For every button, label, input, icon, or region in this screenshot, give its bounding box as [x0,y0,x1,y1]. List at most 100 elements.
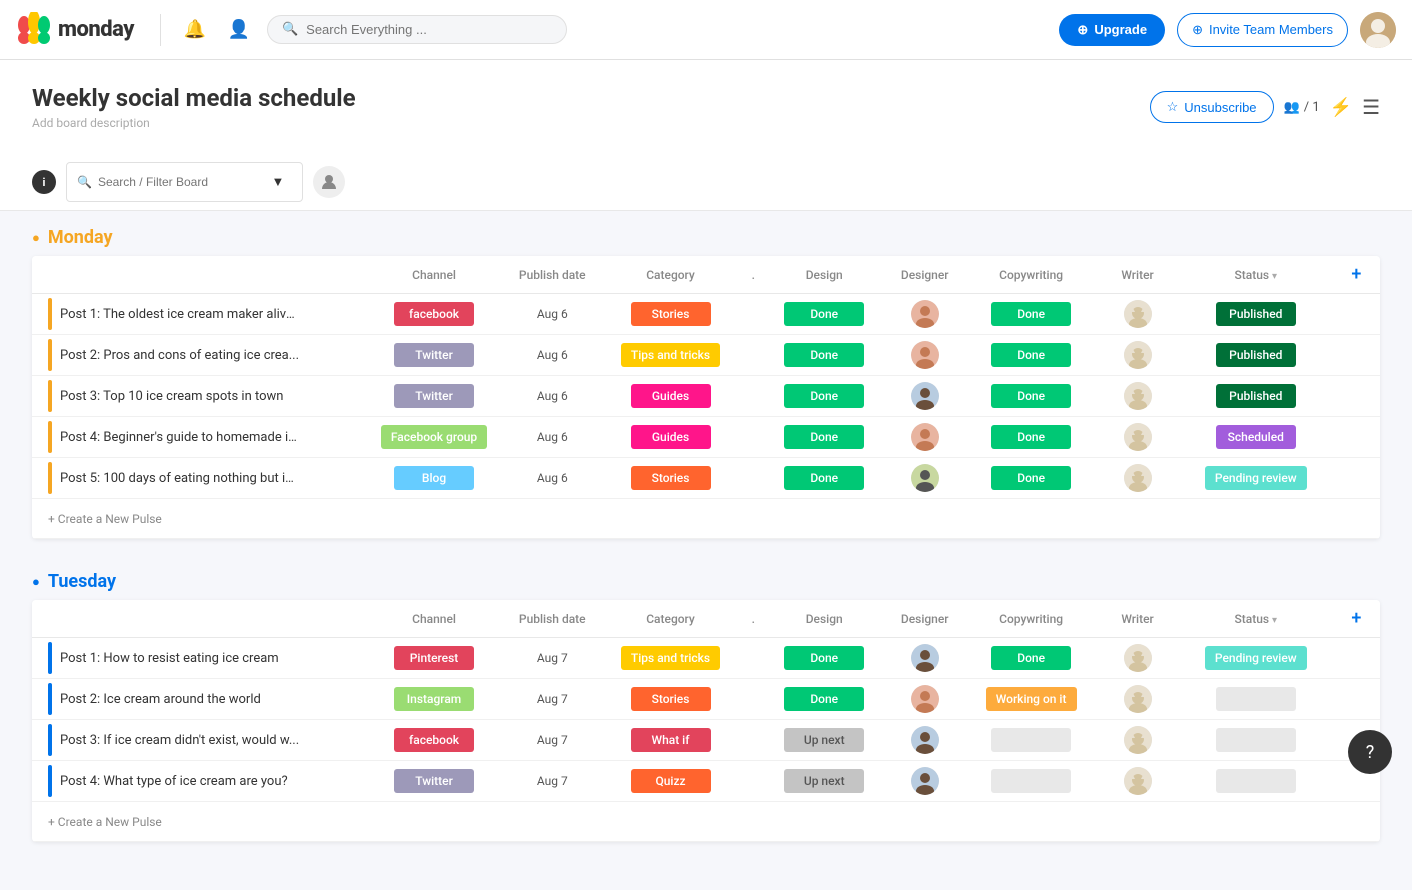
row-copywriting-cell[interactable]: Done [966,376,1096,417]
row-designer-cell[interactable] [883,679,966,720]
row-copywriting-cell[interactable]: Done [966,638,1096,679]
col-header-status[interactable]: Status ▾ [1179,256,1333,294]
row-category-cell[interactable]: What if [600,720,742,761]
row-writer-cell[interactable] [1096,376,1179,417]
col-header-writer[interactable]: Writer [1096,600,1179,638]
row-copywriting-cell[interactable]: Done [966,294,1096,335]
row-date-cell[interactable]: Aug 6 [505,417,600,458]
row-date-cell[interactable]: Aug 7 [505,720,600,761]
table-row[interactable]: Post 5: 100 days of eating nothing but i… [32,458,1380,499]
table-row[interactable]: Post 4: What type of ice cream are you? … [32,761,1380,802]
create-pulse-label[interactable]: + Create a New Pulse [32,499,1380,539]
row-copywriting-cell[interactable] [966,720,1096,761]
row-status-cell[interactable] [1179,679,1333,720]
row-copywriting-cell[interactable]: Done [966,458,1096,499]
col-header-designer[interactable]: Designer [883,256,966,294]
row-date-cell[interactable]: Aug 6 [505,294,600,335]
unsubscribe-button[interactable]: ☆ Unsubscribe [1150,91,1274,123]
col-header-writer[interactable]: Writer [1096,256,1179,294]
row-designer-cell[interactable] [883,335,966,376]
row-date-cell[interactable]: Aug 7 [505,761,600,802]
row-designer-cell[interactable] [883,458,966,499]
row-name-cell[interactable]: Post 5: 100 days of eating nothing but i… [32,458,363,499]
row-category-cell[interactable]: Guides [600,417,742,458]
row-designer-cell[interactable] [883,720,966,761]
row-date-cell[interactable]: Aug 6 [505,376,600,417]
row-category-cell[interactable]: Quizz [600,761,742,802]
row-status-cell[interactable]: Pending review [1179,638,1333,679]
row-category-cell[interactable]: Stories [600,458,742,499]
table-row[interactable]: Post 2: Ice cream around the world Insta… [32,679,1380,720]
create-pulse-row[interactable]: + Create a New Pulse [32,802,1380,842]
row-designer-cell[interactable] [883,638,966,679]
row-channel-cell[interactable]: Twitter [363,335,505,376]
row-status-cell[interactable] [1179,720,1333,761]
row-name-cell[interactable]: Post 4: Beginner's guide to homemade ic.… [32,417,363,458]
row-copywriting-cell[interactable]: Working on it [966,679,1096,720]
col-header-design[interactable]: Design [765,600,883,638]
row-design-cell[interactable]: Up next [765,720,883,761]
row-status-cell[interactable]: Scheduled [1179,417,1333,458]
row-channel-cell[interactable]: Twitter [363,376,505,417]
board-description[interactable]: Add board description [32,116,356,130]
row-design-cell[interactable]: Up next [765,761,883,802]
row-name-cell[interactable]: Post 1: The oldest ice cream maker alive… [32,294,363,335]
row-date-cell[interactable]: Aug 6 [505,458,600,499]
table-row[interactable]: Post 3: Top 10 ice cream spots in town T… [32,376,1380,417]
upgrade-button[interactable]: ⊕ Upgrade [1059,14,1165,46]
row-writer-cell[interactable] [1096,417,1179,458]
row-status-cell[interactable]: Published [1179,294,1333,335]
col-header-category[interactable]: Category [600,256,742,294]
people-icon[interactable]: 👤 [223,14,255,46]
row-channel-cell[interactable]: Pinterest [363,638,505,679]
table-row[interactable]: Post 4: Beginner's guide to homemade ic.… [32,417,1380,458]
menu-button[interactable]: ☰ [1362,95,1380,119]
row-status-cell[interactable] [1179,761,1333,802]
search-input[interactable] [306,22,552,37]
create-pulse-label[interactable]: + Create a New Pulse [32,802,1380,842]
row-date-cell[interactable]: Aug 6 [505,335,600,376]
row-channel-cell[interactable]: Facebook group [363,417,505,458]
row-design-cell[interactable]: Done [765,679,883,720]
row-design-cell[interactable]: Done [765,376,883,417]
col-header-date[interactable]: Publish date [505,256,600,294]
row-designer-cell[interactable] [883,294,966,335]
filter-search-bar[interactable]: 🔍 ▼ [66,162,303,202]
col-header-category[interactable]: Category [600,600,742,638]
row-writer-cell[interactable] [1096,335,1179,376]
col-header-copywriting[interactable]: Copywriting [966,600,1096,638]
col-header-channel[interactable]: Channel [363,600,505,638]
col-header-status[interactable]: Status ▾ [1179,600,1333,638]
col-header-add[interactable]: + [1333,600,1380,638]
table-row[interactable]: Post 2: Pros and cons of eating ice crea… [32,335,1380,376]
row-copywriting-cell[interactable]: Done [966,417,1096,458]
row-name-cell[interactable]: Post 2: Pros and cons of eating ice crea… [32,335,363,376]
row-channel-cell[interactable]: Twitter [363,761,505,802]
col-header-channel[interactable]: Channel [363,256,505,294]
row-status-cell[interactable]: Pending review [1179,458,1333,499]
col-header-designer[interactable]: Designer [883,600,966,638]
row-designer-cell[interactable] [883,761,966,802]
row-designer-cell[interactable] [883,417,966,458]
table-row[interactable]: Post 1: The oldest ice cream maker alive… [32,294,1380,335]
user-avatar[interactable] [1360,12,1396,48]
row-category-cell[interactable]: Stories [600,679,742,720]
row-category-cell[interactable]: Tips and tricks [600,638,742,679]
create-pulse-row[interactable]: + Create a New Pulse [32,499,1380,539]
filter-search-input[interactable] [98,175,258,189]
invite-button[interactable]: ⊕ Invite Team Members [1177,13,1348,47]
row-date-cell[interactable]: Aug 7 [505,638,600,679]
global-search-bar[interactable]: 🔍 [267,15,567,44]
row-name-cell[interactable]: Post 1: How to resist eating ice cream [32,638,363,679]
row-status-cell[interactable]: Published [1179,335,1333,376]
row-copywriting-cell[interactable] [966,761,1096,802]
row-category-cell[interactable]: Stories [600,294,742,335]
row-design-cell[interactable]: Done [765,638,883,679]
col-header-date[interactable]: Publish date [505,600,600,638]
row-copywriting-cell[interactable]: Done [966,335,1096,376]
row-status-cell[interactable]: Published [1179,376,1333,417]
row-writer-cell[interactable] [1096,638,1179,679]
col-header-add[interactable]: + [1333,256,1380,294]
activity-button[interactable]: ⚡ [1330,97,1352,118]
row-writer-cell[interactable] [1096,720,1179,761]
